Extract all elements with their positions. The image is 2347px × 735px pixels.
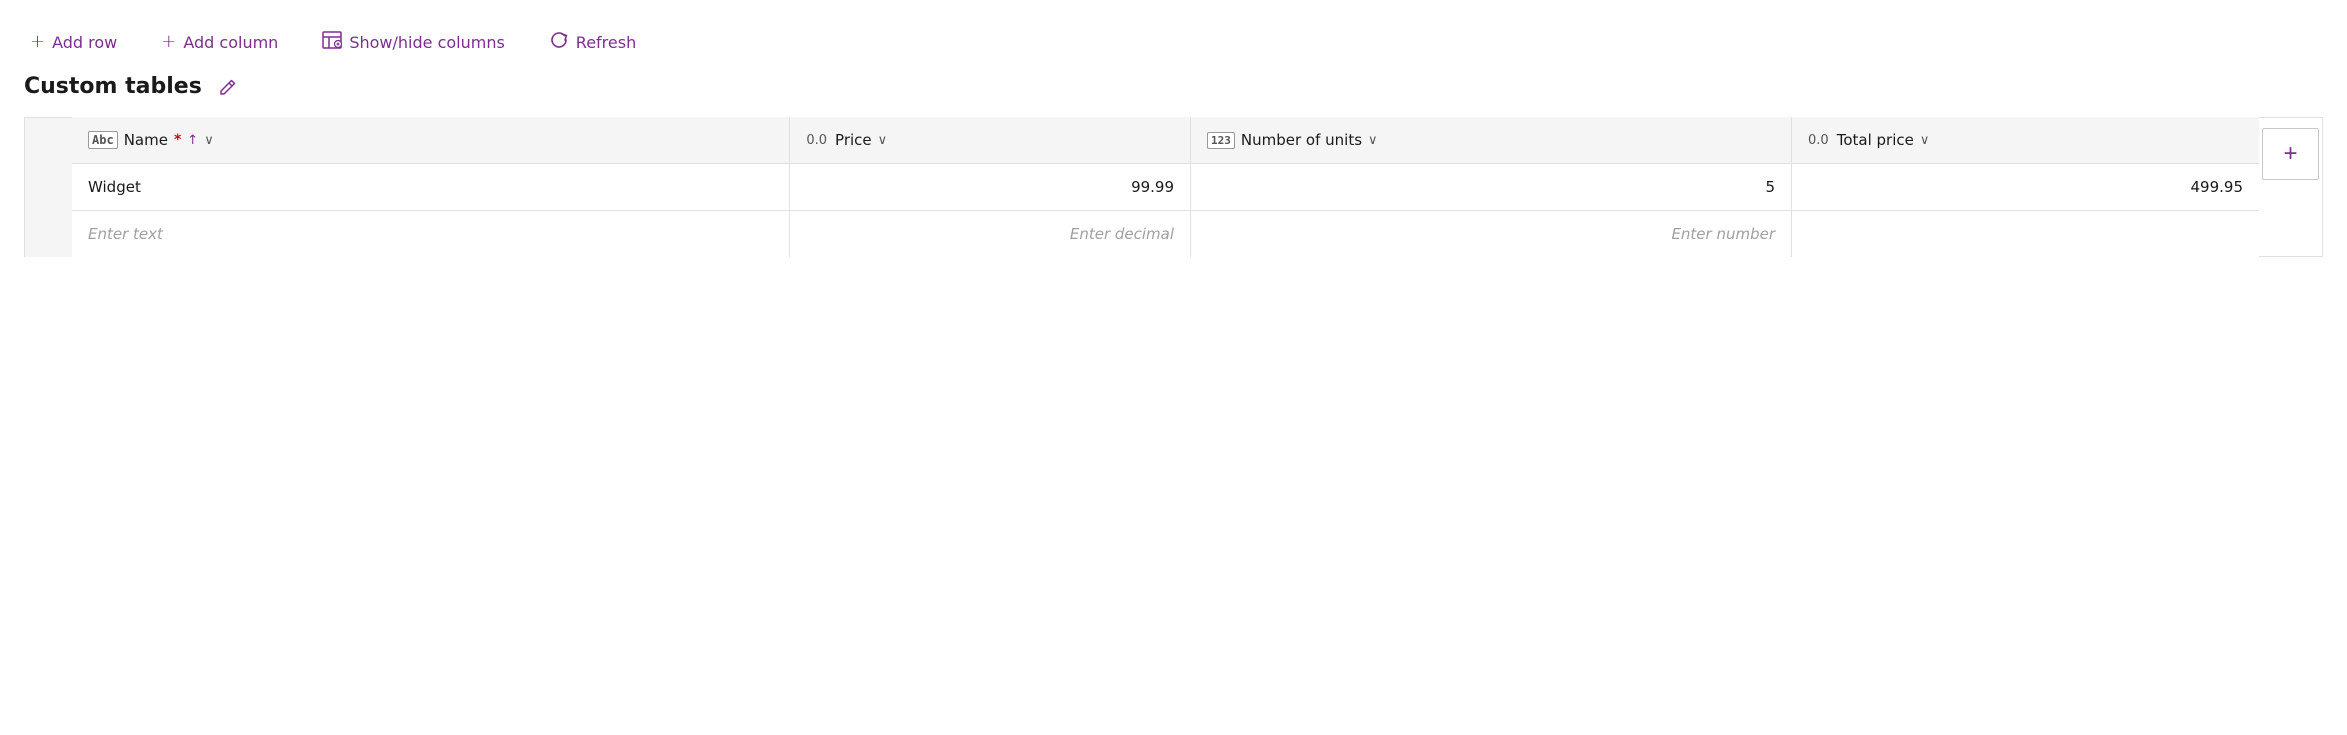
cell-name-1[interactable]: Widget	[72, 164, 790, 211]
add-column-button[interactable]: + Add column	[155, 29, 284, 56]
col-type-icon-units: 123	[1207, 132, 1235, 149]
show-hide-columns-button[interactable]: Show/hide columns	[316, 27, 510, 57]
price-placeholder-text: Enter decimal	[1070, 225, 1174, 243]
row-selector-header	[24, 117, 72, 257]
edit-title-button[interactable]	[214, 76, 242, 98]
new-row: Enter text Enter decimal Enter number	[72, 211, 2259, 258]
col-type-prefix-price: 0.0	[806, 133, 827, 148]
refresh-icon	[549, 30, 569, 54]
cell-price-1[interactable]: 99.99	[790, 164, 1191, 211]
add-row-label: Add row	[52, 33, 117, 52]
pencil-icon	[219, 78, 237, 96]
cell-name-value-1: Widget	[88, 178, 141, 196]
col-header-total: 0.0 Total price ∨	[1792, 117, 2259, 164]
cell-units-1[interactable]: 5	[1191, 164, 1792, 211]
main-table: Abc Name * ↑ ∨ 0.0 Price ∨	[72, 117, 2259, 257]
refresh-button[interactable]: Refresh	[543, 26, 642, 58]
col-header-units: 123 Number of units ∨	[1191, 117, 1792, 164]
cell-price-placeholder[interactable]: Enter decimal	[790, 211, 1191, 258]
table-header-row: Abc Name * ↑ ∨ 0.0 Price ∨	[72, 117, 2259, 164]
col-type-prefix-total: 0.0	[1808, 133, 1829, 148]
col-header-name: Abc Name * ↑ ∨	[72, 117, 790, 164]
show-hide-icon	[322, 31, 342, 53]
table-area: Abc Name * ↑ ∨ 0.0 Price ∨	[24, 117, 2323, 257]
dropdown-icon-name[interactable]: ∨	[204, 133, 214, 148]
dropdown-icon-price[interactable]: ∨	[878, 133, 888, 148]
add-row-icon: +	[30, 33, 45, 51]
add-column-icon: +	[161, 33, 176, 51]
col-label-total: Total price	[1837, 131, 1914, 149]
page-title-row: Custom tables	[24, 74, 2323, 99]
add-row-button[interactable]: + Add row	[24, 29, 123, 56]
sort-icon-name[interactable]: ↑	[187, 133, 198, 148]
col-label-units: Number of units	[1241, 131, 1362, 149]
cell-total-1[interactable]: 499.95	[1792, 164, 2259, 211]
add-column-cell: +	[2259, 117, 2323, 257]
col-header-price: 0.0 Price ∨	[790, 117, 1191, 164]
name-placeholder-text: Enter text	[88, 225, 163, 243]
add-column-plus-icon: +	[2283, 140, 2297, 168]
col-label-price: Price	[835, 131, 872, 149]
units-placeholder-text: Enter number	[1671, 225, 1775, 243]
add-column-label: Add column	[183, 33, 278, 52]
col-label-name: Name	[124, 131, 168, 149]
dropdown-icon-total[interactable]: ∨	[1920, 133, 1930, 148]
cell-price-value-1: 99.99	[1131, 178, 1174, 196]
cell-total-value-1: 499.95	[2191, 178, 2244, 196]
refresh-label: Refresh	[576, 33, 636, 52]
cell-units-placeholder[interactable]: Enter number	[1191, 211, 1792, 258]
col-type-icon-name: Abc	[88, 131, 118, 149]
cell-name-placeholder[interactable]: Enter text	[72, 211, 790, 258]
cell-total-placeholder	[1792, 211, 2259, 258]
dropdown-icon-units[interactable]: ∨	[1368, 133, 1378, 148]
show-hide-label: Show/hide columns	[349, 33, 504, 52]
table-row: Widget 99.99 5 499.95	[72, 164, 2259, 211]
required-star-name: *	[174, 132, 181, 148]
toolbar: + Add row + Add column Show/hide columns…	[24, 16, 2323, 74]
add-column-table-button[interactable]: +	[2262, 128, 2319, 180]
page-title: Custom tables	[24, 74, 202, 99]
cell-units-value-1: 5	[1765, 178, 1775, 196]
